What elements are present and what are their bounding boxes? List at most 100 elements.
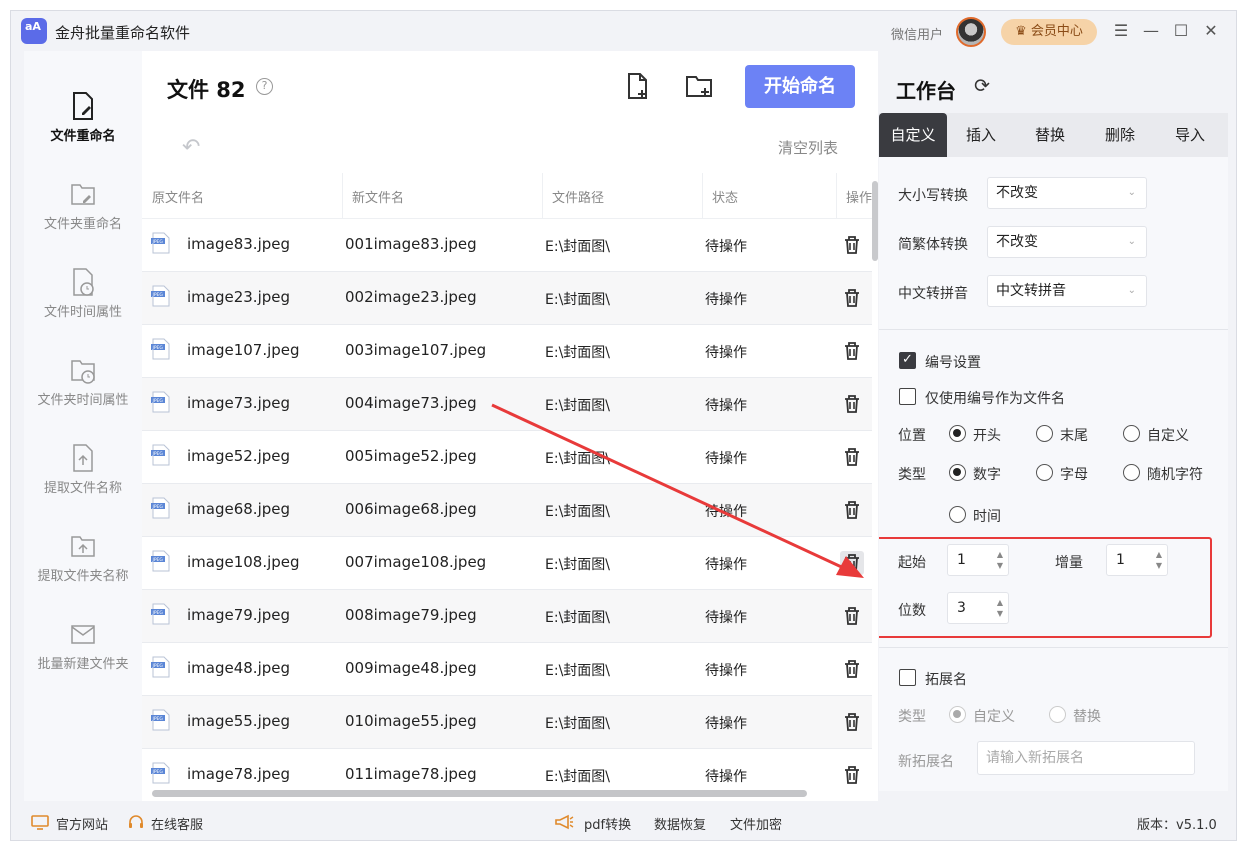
sidebar-item-extract-folder[interactable]: 提取文件夹名称 — [24, 531, 142, 611]
table-row[interactable]: JPEG image23.jpeg 002image23.jpeg E:\封面图\ 待操… — [142, 272, 872, 325]
sidebar-item-file-rename[interactable]: 文件重命名 — [24, 91, 142, 171]
help-icon[interactable]: ? — [256, 78, 273, 95]
table-row[interactable]: JPEG image73.jpeg 004image73.jpeg E:\封面图\ 待操… — [142, 378, 872, 431]
type-time-radio[interactable] — [949, 506, 966, 523]
user-name[interactable]: 微信用户 — [891, 24, 943, 43]
column-divider[interactable] — [542, 173, 543, 219]
trash-icon[interactable] — [840, 657, 864, 681]
tab-replace[interactable]: 替换 — [1015, 113, 1085, 157]
file-path: E:\封面图\ — [545, 663, 610, 679]
sidebar-item-file-time[interactable]: 文件时间属性 — [24, 267, 142, 347]
table-row[interactable]: JPEG image83.jpeg 001image83.jpeg E:\封面图\ 待操… — [142, 219, 872, 272]
table-row[interactable]: JPEG image108.jpeg 007image108.jpeg E:\封面图\… — [142, 537, 872, 590]
original-filename: image68.jpeg — [187, 500, 291, 518]
avatar[interactable] — [956, 17, 986, 47]
new-filename: 006image68.jpeg — [345, 500, 477, 518]
official-website-link[interactable]: 官方网站 — [56, 814, 108, 833]
trash-icon[interactable] — [840, 445, 864, 469]
file-path: E:\封面图\ — [545, 398, 610, 414]
stepper-arrows-icon[interactable]: ▲ ▼ — [997, 549, 1003, 571]
trash-icon[interactable] — [840, 710, 864, 734]
column-divider[interactable] — [702, 173, 703, 219]
case-select[interactable]: 不改变 ⌄ — [987, 177, 1147, 209]
new-filename: 010image55.jpeg — [345, 712, 477, 730]
stepper-arrows-icon[interactable]: ▲ ▼ — [997, 597, 1003, 619]
refresh-icon[interactable]: ⟳ — [974, 75, 990, 97]
pinyin-select[interactable]: 中文转拼音 ⌄ — [987, 275, 1147, 307]
data-recovery-link[interactable]: 数据恢复 — [654, 814, 706, 833]
maximize-icon[interactable]: ☐ — [1171, 21, 1191, 41]
tab-delete[interactable]: 删除 — [1085, 113, 1155, 157]
folder-clock-icon — [71, 360, 95, 384]
table-row[interactable]: JPEG image48.jpeg 009image48.jpeg E:\封面图\ 待操… — [142, 643, 872, 696]
add-file-icon[interactable] — [622, 71, 652, 101]
table-row[interactable]: JPEG image68.jpeg 006image68.jpeg E:\封面图\ 待操… — [142, 484, 872, 537]
menu-icon[interactable]: ☰ — [1111, 21, 1131, 41]
tab-insert[interactable]: 插入 — [947, 113, 1015, 157]
position-custom-radio[interactable] — [1123, 425, 1140, 442]
column-header: 文件路径 — [552, 191, 605, 206]
table-row[interactable]: JPEG image52.jpeg 005image52.jpeg E:\封面图\ 待操… — [142, 431, 872, 484]
vertical-scrollbar[interactable] — [872, 181, 878, 261]
increment-stepper[interactable]: 1 ▲ ▼ — [1106, 544, 1168, 576]
type-random-radio[interactable] — [1123, 464, 1140, 481]
file-path: E:\封面图\ — [545, 557, 610, 573]
vip-center-button[interactable]: ♛ 会员中心 — [1001, 19, 1097, 45]
type-letter-radio[interactable] — [1036, 464, 1053, 481]
traditional-select[interactable]: 不改变 ⌄ — [987, 226, 1147, 258]
new-extension-input[interactable] — [977, 741, 1195, 775]
pdf-convert-link[interactable]: pdf转换 — [584, 814, 631, 833]
trash-icon[interactable] — [840, 763, 864, 787]
horizontal-scrollbar[interactable] — [152, 790, 807, 797]
sidebar-item-batch-folder[interactable]: 批量新建文件夹 — [24, 619, 142, 699]
table-row[interactable]: JPEG image55.jpeg 010image55.jpeg E:\封面图\ 待操… — [142, 696, 872, 749]
stepper-arrows-icon[interactable]: ▲ ▼ — [1156, 549, 1162, 571]
jpeg-file-icon: JPEG — [150, 285, 172, 307]
sidebar-item-folder-rename[interactable]: 文件夹重命名 — [24, 179, 142, 259]
extension-checkbox[interactable] — [899, 669, 916, 686]
table-row[interactable]: JPEG image78.jpeg 011image78.jpeg E:\封面图\ 待操… — [142, 749, 872, 790]
close-icon[interactable]: ✕ — [1201, 21, 1221, 41]
trash-icon[interactable] — [840, 339, 864, 363]
trash-icon[interactable] — [840, 233, 864, 257]
minimize-icon[interactable]: — — [1141, 21, 1161, 41]
sidebar-item-extract-file[interactable]: 提取文件名称 — [24, 443, 142, 523]
online-service-link[interactable]: 在线客服 — [151, 814, 203, 833]
table-row[interactable]: JPEG image79.jpeg 008image79.jpeg E:\封面图\ 待操… — [142, 590, 872, 643]
clear-list-button[interactable]: 清空列表 — [778, 137, 838, 158]
tab-import[interactable]: 导入 — [1155, 113, 1225, 157]
app-logo-icon: aA — [21, 18, 47, 44]
original-filename: image107.jpeg — [187, 341, 300, 359]
start-rename-button[interactable]: 开始命名 — [745, 65, 855, 108]
trash-icon[interactable] — [840, 551, 864, 575]
column-divider[interactable] — [836, 173, 837, 219]
svg-text:JPEG: JPEG — [152, 292, 164, 298]
file-path: E:\封面图\ — [545, 769, 610, 785]
numbering-checkbox[interactable]: ✓ — [899, 352, 916, 369]
chevron-down-icon: ⌄ — [1127, 285, 1136, 296]
file-encrypt-link[interactable]: 文件加密 — [730, 814, 782, 833]
svg-text:JPEG: JPEG — [152, 557, 164, 563]
undo-icon[interactable]: ↶ — [182, 135, 200, 160]
digits-stepper[interactable]: 3 ▲ ▼ — [947, 592, 1009, 624]
add-folder-icon[interactable] — [684, 71, 714, 101]
type-number-radio[interactable] — [949, 464, 966, 481]
ext-type-custom-radio[interactable] — [949, 706, 966, 723]
position-start-radio[interactable] — [949, 425, 966, 442]
table-row[interactable]: JPEG image107.jpeg 003image107.jpeg E:\封面图\… — [142, 325, 872, 378]
column-divider[interactable] — [342, 173, 343, 219]
trash-icon[interactable] — [840, 604, 864, 628]
file-path: E:\封面图\ — [545, 239, 610, 255]
trash-icon[interactable] — [840, 498, 864, 522]
status-text: 待操作 — [705, 292, 747, 308]
trash-icon[interactable] — [840, 392, 864, 416]
ext-type-replace-radio[interactable] — [1049, 706, 1066, 723]
start-stepper[interactable]: 1 ▲ ▼ — [947, 544, 1009, 576]
jpeg-file-icon: JPEG — [150, 762, 172, 784]
position-end-radio[interactable] — [1036, 425, 1053, 442]
only-number-checkbox[interactable] — [899, 388, 916, 405]
trash-icon[interactable] — [840, 286, 864, 310]
sidebar-item-folder-time[interactable]: 文件夹时间属性 — [24, 355, 142, 435]
sidebar-item-label: 文件夹重命名 — [43, 217, 122, 232]
tab-custom[interactable]: 自定义 — [879, 113, 947, 157]
